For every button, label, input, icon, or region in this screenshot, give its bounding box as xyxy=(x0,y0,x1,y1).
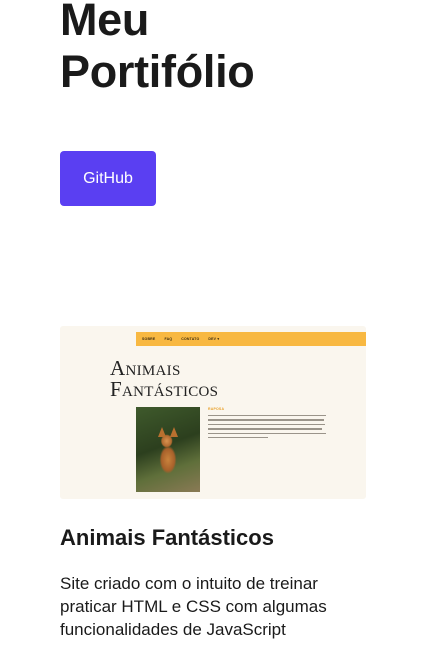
preview-nav-item: Contato xyxy=(181,337,200,341)
preview-nav-item: FAQ xyxy=(164,337,173,341)
preview-heading-line-2: Fantásticos xyxy=(110,377,219,401)
project-preview-image[interactable]: Sobre FAQ Contato Dev ▾ Animais Fantásti… xyxy=(60,326,366,499)
preview-text-line xyxy=(208,428,322,430)
fox-photo xyxy=(136,407,200,492)
preview-text-line xyxy=(208,415,326,417)
page-title: Meu Portifólio xyxy=(60,0,255,98)
preview-subtitle: Raposa xyxy=(208,407,225,411)
preview-heading: Animais Fantásticos xyxy=(110,358,218,400)
preview-text-line xyxy=(208,436,268,439)
preview-nav-bar: Sobre FAQ Contato Dev ▾ xyxy=(136,332,366,346)
preview-text-line xyxy=(208,432,326,434)
project-title: Animais Fantásticos xyxy=(60,525,274,550)
preview-text-line xyxy=(208,419,324,421)
github-button[interactable]: GitHub xyxy=(60,151,156,206)
preview-paragraph xyxy=(208,415,326,441)
page-title-line-1: Meu xyxy=(60,0,150,45)
preview-nav-item: Dev ▾ xyxy=(208,337,220,341)
project-description: Site criado com o intuito de treinar pra… xyxy=(60,574,327,639)
preview-text-line xyxy=(208,423,325,426)
preview-nav-item: Sobre xyxy=(142,337,156,341)
preview-heading-line-1: Animais xyxy=(110,356,181,380)
page-title-line-2: Portifólio xyxy=(60,46,255,97)
